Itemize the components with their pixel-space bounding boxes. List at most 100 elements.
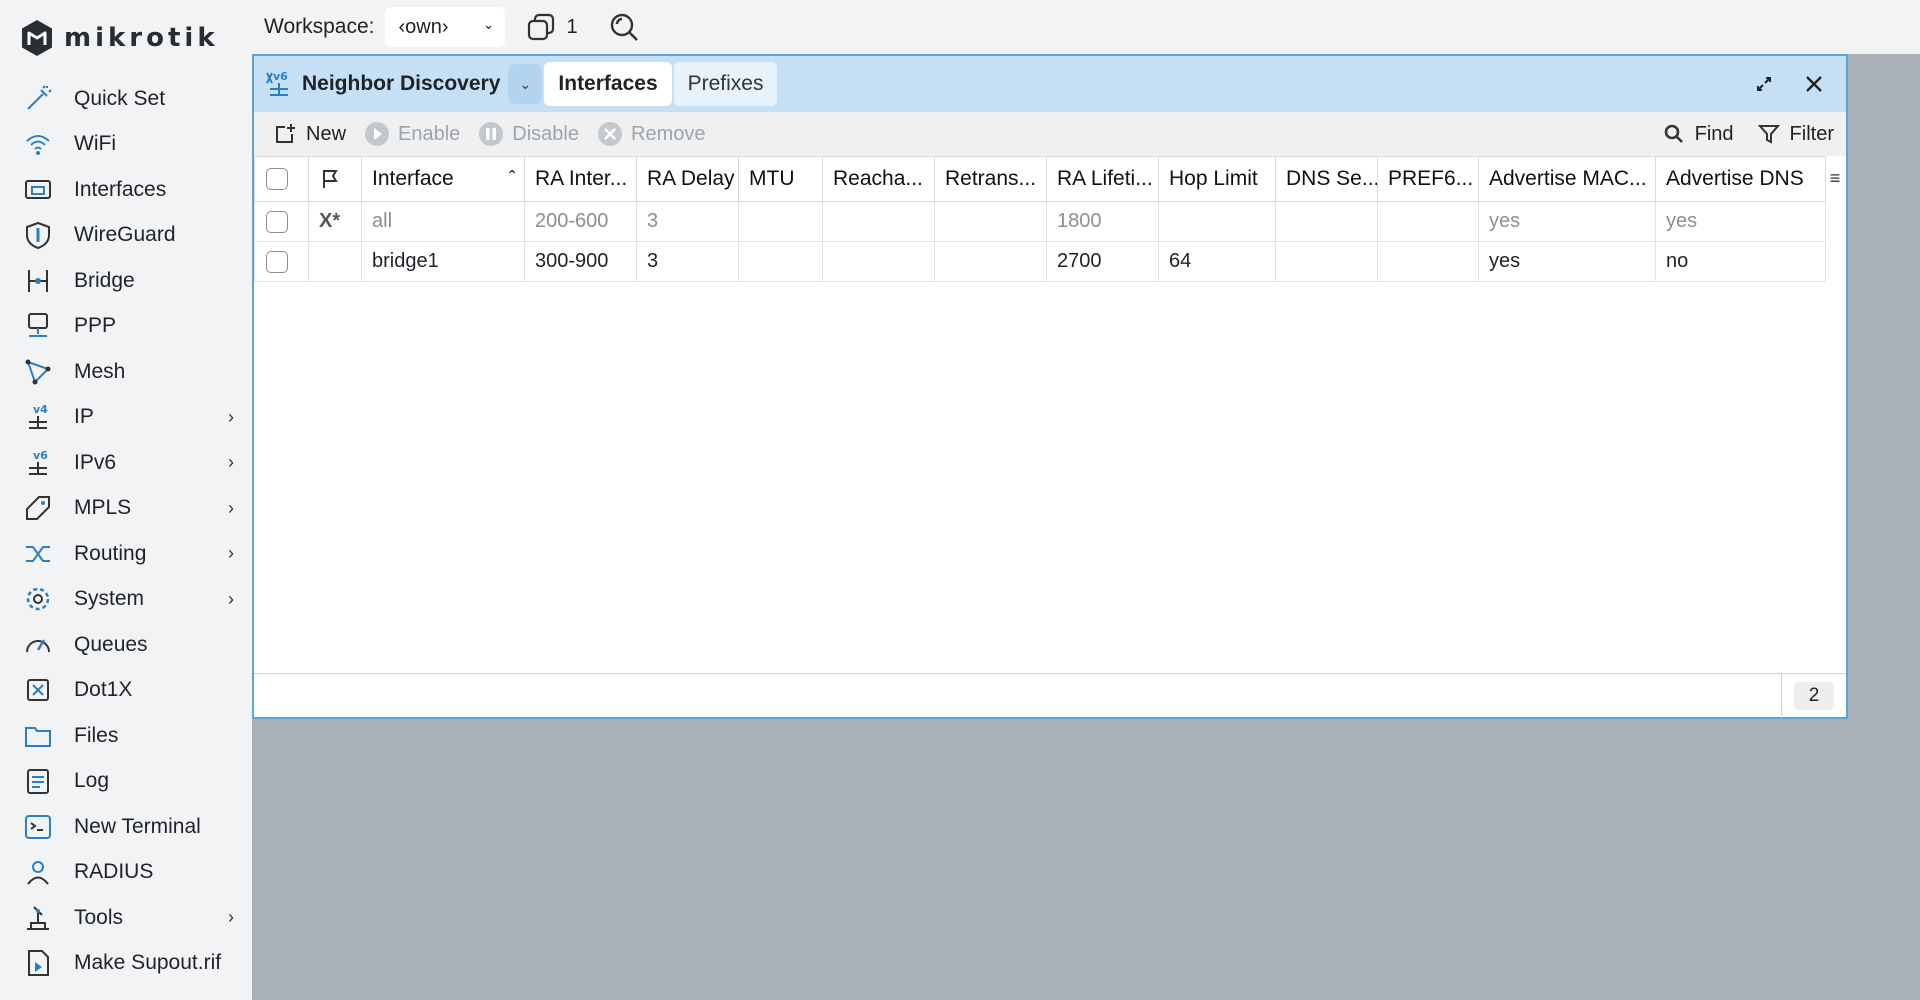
sidebar-item-radius[interactable]: RADIUS: [0, 850, 252, 896]
search-icon[interactable]: [608, 11, 640, 43]
radius-icon: [22, 856, 54, 888]
find-button[interactable]: Find: [1661, 121, 1734, 147]
gauge-icon: [22, 629, 54, 661]
workspace-value: ‹own›: [398, 15, 449, 38]
table-cell: yes: [1655, 201, 1826, 242]
chevron-down-icon: ⌄: [519, 75, 532, 92]
sidebar-item-log[interactable]: Log: [0, 759, 252, 805]
row-checkbox[interactable]: [266, 250, 288, 273]
flags-column-header[interactable]: [308, 156, 362, 202]
sidebar-item-queues[interactable]: Queues: [0, 622, 252, 668]
table-cell: 200-600: [524, 201, 637, 242]
column-header-interface[interactable]: Interface ⌃: [361, 156, 525, 202]
sidebar-item-bridge[interactable]: Bridge: [0, 258, 252, 304]
window-titlebar[interactable]: v6 Neighbor Discovery ⌄ Interfaces Prefi…: [254, 56, 1846, 112]
sidebar-item-quick-set[interactable]: Quick Set: [0, 76, 252, 122]
log-icon: [22, 765, 54, 797]
interfaces-icon: [22, 174, 54, 206]
bridge-icon: [22, 265, 54, 297]
new-label: New: [306, 122, 347, 145]
windows-icon[interactable]: [525, 11, 557, 43]
sidebar-item-ipv6[interactable]: v6 IPv6 ›: [0, 440, 252, 486]
enable-label: Enable: [398, 122, 461, 145]
ip-v6-icon: v6: [266, 70, 288, 96]
table-cell: all: [361, 201, 525, 242]
sidebar: mikrotik Quick Set WiFi Interfaces WireGuar…: [0, 0, 252, 1000]
column-header-mtu[interactable]: MTU: [738, 156, 823, 202]
column-header-ra-delay[interactable]: RA Delay: [636, 156, 739, 202]
terminal-icon: [22, 811, 54, 843]
sidebar-item-label: Quick Set: [74, 86, 166, 110]
tab-prefixes[interactable]: Prefixes: [673, 62, 778, 106]
enable-button[interactable]: Enable: [364, 121, 460, 147]
sidebar-item-interfaces[interactable]: Interfaces: [0, 167, 252, 213]
chevron-right-icon: ›: [228, 907, 234, 927]
add-item-icon: [276, 124, 295, 143]
status-bar: 2: [254, 673, 1846, 718]
folder-icon: [22, 720, 54, 752]
column-header-retransmit-interval[interactable]: Retrans...: [934, 156, 1047, 202]
remove-button[interactable]: Remove: [597, 121, 705, 147]
row-checkbox-cell[interactable]: [254, 201, 309, 242]
window-menu-button[interactable]: ⌄: [508, 64, 543, 104]
search-icon: [1664, 124, 1683, 143]
sidebar-item-label: Bridge: [74, 268, 135, 292]
sidebar-item-wireguard[interactable]: WireGuard: [0, 213, 252, 259]
neighbor-discovery-window: v6 Neighbor Discovery ⌄ Interfaces Prefi…: [252, 54, 1848, 719]
column-header-advertise-mac[interactable]: Advertise MAC...: [1478, 156, 1656, 202]
column-header-pref64[interactable]: PREF6...: [1377, 156, 1479, 202]
new-button[interactable]: New: [272, 121, 346, 147]
table-row[interactable]: X* all 200-600 3 1800 yes yes: [254, 201, 1826, 242]
sidebar-item-label: Mesh: [74, 359, 126, 383]
row-checkbox[interactable]: [266, 210, 288, 233]
sidebar-item-make-supout-rif[interactable]: Make Supout.rif: [0, 941, 252, 987]
table-body: X* all 200-600 3 1800 yes yes bridge1 300-900 3 27…: [254, 201, 1826, 282]
sidebar-item-label: IPv6: [74, 450, 117, 474]
column-header-advertise-dns[interactable]: Advertise DNS: [1655, 156, 1826, 202]
sidebar-item-ppp[interactable]: PPP: [0, 304, 252, 350]
table-cell: [934, 201, 1047, 242]
column-header-ra-lifetime[interactable]: RA Lifeti...: [1046, 156, 1159, 202]
sidebar-item-mpls[interactable]: MPLS ›: [0, 486, 252, 532]
table-cell: no: [1655, 241, 1826, 282]
filter-button[interactable]: Filter: [1756, 121, 1834, 147]
maximize-icon[interactable]: [1750, 70, 1778, 98]
sort-asc-icon: ⌃: [506, 167, 518, 183]
table-row[interactable]: bridge1 300-900 3 2700 64 yes no: [254, 241, 1826, 282]
workspace-label: Workspace:: [264, 15, 375, 38]
sidebar-item-label: IP: [74, 405, 94, 429]
row-checkbox-cell[interactable]: [254, 241, 309, 282]
column-header-dns-servers[interactable]: DNS Se...: [1275, 156, 1378, 202]
filter-icon: [1757, 125, 1780, 144]
sidebar-item-files[interactable]: Files: [0, 713, 252, 759]
sidebar-item-tools[interactable]: Tools ›: [0, 895, 252, 941]
disable-button[interactable]: Disable: [478, 121, 579, 147]
interfaces-table-area: Interface ⌃ RA Inter... RA Delay MTU Reac…: [254, 156, 1846, 676]
sidebar-item-label: New Terminal: [74, 814, 201, 838]
workspace-select[interactable]: ‹own› ⌄: [384, 7, 505, 47]
select-all-checkbox[interactable]: [266, 168, 288, 191]
chevron-right-icon: ›: [228, 543, 234, 563]
sidebar-item-routing[interactable]: Routing ›: [0, 531, 252, 577]
column-header-reachable-time[interactable]: Reacha...: [822, 156, 935, 202]
sidebar-item-new-terminal[interactable]: New Terminal: [0, 804, 252, 850]
sidebar-item-label: WiFi: [74, 132, 116, 156]
sidebar-item-mesh[interactable]: Mesh: [0, 349, 252, 395]
sidebar-item-dot1x[interactable]: Dot1X: [0, 668, 252, 714]
close-icon[interactable]: [1800, 70, 1828, 98]
filter-label: Filter: [1789, 122, 1834, 145]
column-header-ra-interval[interactable]: RA Inter...: [524, 156, 637, 202]
sidebar-item-label: Queues: [74, 632, 148, 656]
column-header-hop-limit[interactable]: Hop Limit: [1158, 156, 1276, 202]
tab-interfaces[interactable]: Interfaces: [544, 62, 672, 106]
sidebar-item-wifi[interactable]: WiFi: [0, 122, 252, 168]
table-cell: [1377, 241, 1479, 282]
table-cell: 64: [1158, 241, 1276, 282]
interfaces-table: Interface ⌃ RA Inter... RA Delay MTU Reac…: [254, 156, 1826, 282]
sidebar-item-system[interactable]: System ›: [0, 577, 252, 623]
select-all-checkbox-cell[interactable]: [254, 156, 309, 202]
sidebar-item-ip[interactable]: v4 IP ›: [0, 395, 252, 441]
column-menu-icon[interactable]: ≡: [1824, 156, 1846, 201]
svg-text:v6: v6: [33, 449, 48, 462]
table-cell: [1275, 201, 1378, 242]
